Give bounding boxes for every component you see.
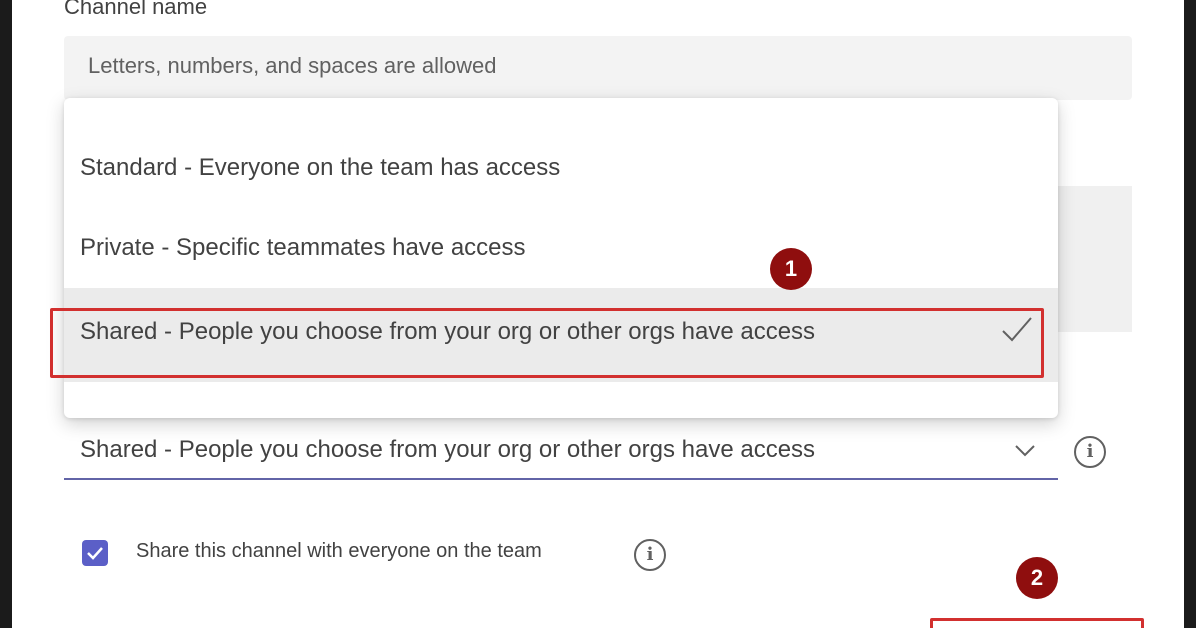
menu-item-standard-label: Standard - Everyone on the team has acce…: [80, 154, 561, 181]
privacy-select[interactable]: Shared - People you choose from your org…: [64, 420, 1058, 480]
channel-name-placeholder: Letters, numbers, and spaces are allowed: [88, 53, 497, 78]
info-icon[interactable]: i: [1074, 436, 1106, 468]
channel-name-label: Channel name: [64, 0, 208, 19]
menu-item-standard[interactable]: Standard - Everyone on the team has acce…: [64, 128, 1058, 208]
checkbox-checkmark-icon: [87, 547, 103, 560]
step-2-badge: 2: [1016, 557, 1058, 599]
callout-highlight-shared-option: [50, 308, 1044, 378]
share-with-team-checkbox[interactable]: [82, 540, 108, 566]
callout-highlight-next-button: [930, 618, 1144, 628]
chevron-down-icon: [1015, 445, 1035, 457]
channel-name-input[interactable]: Letters, numbers, and spaces are allowed: [64, 36, 1132, 100]
background-panel: [1052, 186, 1132, 332]
share-with-team-label: Share this channel with everyone on the …: [136, 540, 542, 562]
menu-item-private-label: Private - Specific teammates have access: [80, 234, 526, 261]
menu-item-private[interactable]: Private - Specific teammates have access: [64, 208, 1058, 288]
create-channel-dialog: Channel name Letters, numbers, and space…: [12, 0, 1184, 628]
info-icon[interactable]: i: [634, 539, 666, 571]
privacy-select-value: Shared - People you choose from your org…: [80, 436, 816, 463]
step-1-badge: 1: [770, 248, 812, 290]
